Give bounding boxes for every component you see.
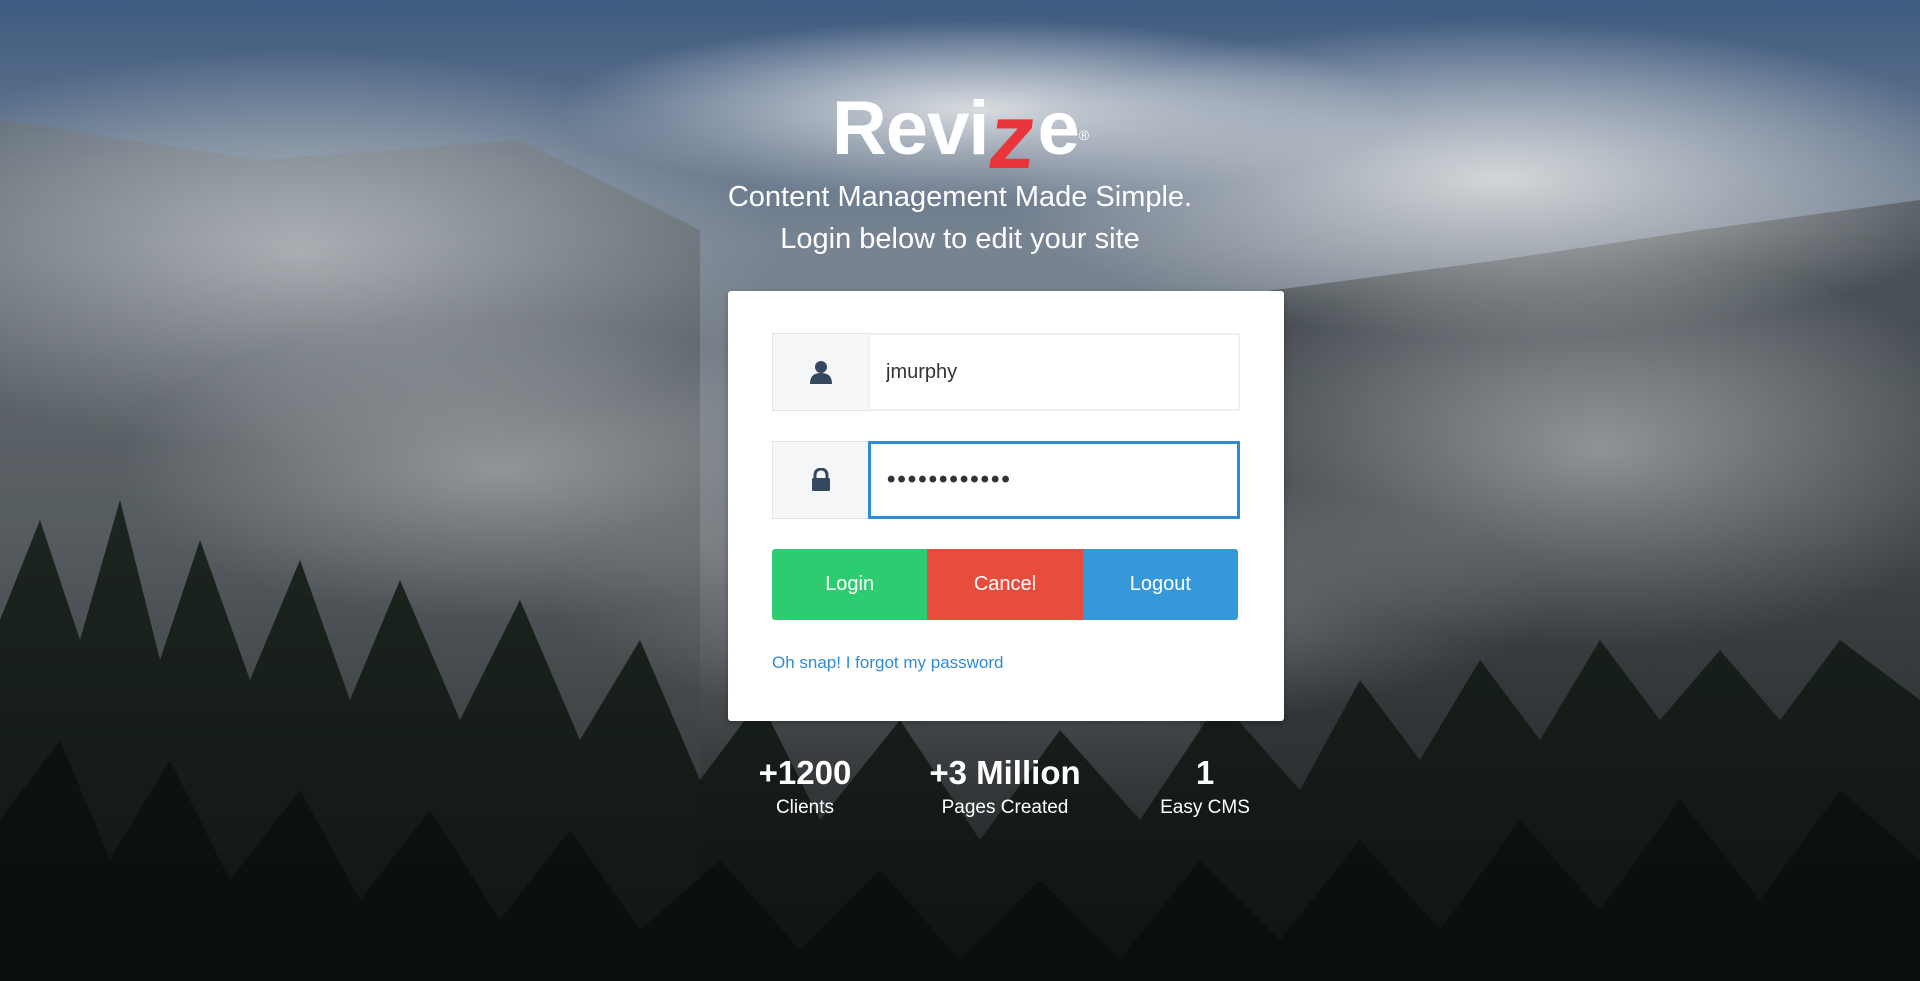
password-addon — [772, 441, 868, 519]
username-field-group — [772, 333, 1240, 411]
username-input[interactable] — [868, 333, 1240, 411]
revize-logo: Revize® — [0, 78, 1920, 188]
user-icon — [809, 361, 832, 384]
stat-cms-label: Easy CMS — [1160, 797, 1250, 818]
stat-pages-label: Pages Created — [941, 797, 1069, 818]
lock-icon — [811, 468, 830, 491]
username-addon — [772, 333, 868, 411]
login-card: Login Cancel Logout Oh snap! I forgot my… — [728, 291, 1284, 721]
tagline-line-1: Content Management Made Simple. — [727, 181, 1193, 213]
stat-easy-cms: 1 Easy CMS — [1130, 752, 1280, 822]
logo-accent-letter: z — [983, 86, 1043, 188]
password-input[interactable] — [868, 441, 1240, 519]
stat-clients-value: +1200 — [758, 754, 852, 791]
action-button-group: Login Cancel Logout — [772, 549, 1238, 620]
stat-pages-created: +3 Million Pages Created — [910, 752, 1100, 822]
registered-mark: ® — [1078, 127, 1089, 143]
tagline-line-2: Login below to edit your site — [780, 223, 1140, 255]
forgot-password-link[interactable]: Oh snap! I forgot my password — [772, 653, 1004, 673]
stat-cms-value: 1 — [1195, 754, 1215, 791]
logout-button[interactable]: Logout — [1082, 549, 1238, 620]
logo-text-start: Revi — [831, 86, 990, 171]
password-field-group — [772, 441, 1240, 519]
logo-text-end: e — [1037, 86, 1079, 171]
login-page: Revize® Content Management Made Simple. … — [0, 0, 1920, 981]
stat-clients: +1200 Clients — [735, 752, 875, 822]
stat-clients-label: Clients — [775, 797, 835, 818]
login-button[interactable]: Login — [772, 549, 928, 620]
cancel-button[interactable]: Cancel — [927, 549, 1083, 620]
stat-pages-value: +3 Million — [929, 754, 1081, 791]
